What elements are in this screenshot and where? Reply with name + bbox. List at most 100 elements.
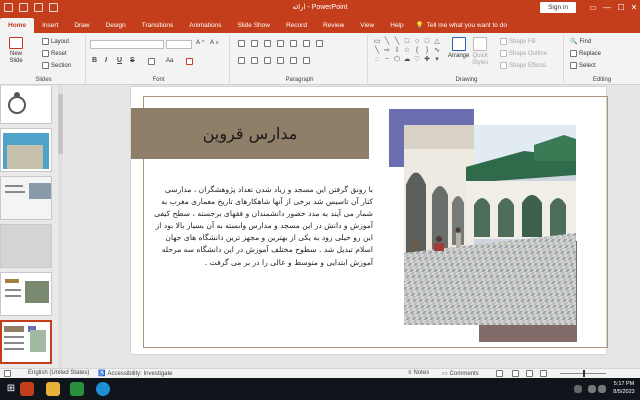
brace2-shape-icon[interactable]: }: [422, 46, 432, 55]
italic-button[interactable]: I: [105, 57, 107, 64]
slide-thumbnail[interactable]: [0, 86, 52, 124]
numbering-icon[interactable]: [251, 40, 258, 47]
align-text-icon[interactable]: [316, 40, 323, 47]
quick-styles-button[interactable]: Quick Styles: [472, 37, 488, 67]
reset-button[interactable]: Reset: [42, 50, 67, 57]
rect-shape-icon[interactable]: □: [402, 37, 412, 46]
tab-view[interactable]: View: [352, 18, 382, 33]
tab-transitions[interactable]: Transitions: [134, 18, 182, 33]
tab-help[interactable]: Help: [382, 18, 411, 33]
cloud-shape-icon[interactable]: ☁: [402, 55, 412, 64]
justify-icon[interactable]: [277, 57, 284, 64]
shape-effects-button[interactable]: Shape Effects: [500, 62, 546, 69]
zoom-slider-thumb[interactable]: [583, 370, 585, 377]
arrange-button[interactable]: Arrange: [448, 37, 469, 59]
hex-shape-icon[interactable]: ⬡: [392, 55, 402, 64]
tab-draw[interactable]: Draw: [66, 18, 97, 33]
normal-view-button[interactable]: [496, 370, 503, 377]
close-button[interactable]: ✕: [627, 1, 640, 14]
slideshow-view-button[interactable]: [540, 370, 547, 377]
font-size-box[interactable]: [166, 40, 192, 49]
oval-shape-icon[interactable]: ○: [412, 37, 422, 46]
reading-view-button[interactable]: [526, 370, 533, 377]
rect2-shape-icon[interactable]: □: [422, 37, 432, 46]
align-right-icon[interactable]: [264, 57, 271, 64]
taskbar-clock[interactable]: 5:17 PM 8/5/2023: [609, 380, 639, 396]
minimize-button[interactable]: —: [600, 1, 614, 14]
edge-browser-icon[interactable]: [96, 382, 110, 396]
heart-shape-icon[interactable]: ♡: [412, 55, 422, 64]
line2-shape-icon[interactable]: ╲: [392, 37, 402, 46]
slide-thumbnail[interactable]: [0, 176, 52, 220]
tab-home[interactable]: Home: [0, 18, 35, 33]
tell-me-search[interactable]: 💡 Tell me what you want to do: [416, 18, 507, 33]
slide-thumbnail[interactable]: [0, 224, 52, 268]
select-button[interactable]: Select: [570, 62, 596, 69]
tab-slide-show[interactable]: Slide Show: [229, 18, 278, 33]
star-shape-icon[interactable]: ☆: [402, 46, 412, 55]
shape-outline-button[interactable]: Shape Outline: [500, 50, 547, 57]
brace-shape-icon[interactable]: {: [412, 46, 422, 55]
font-color-icon[interactable]: [186, 58, 193, 65]
increase-indent-icon[interactable]: [277, 40, 284, 47]
bullets-icon[interactable]: [238, 40, 245, 47]
comments-button[interactable]: ▭ Comments: [442, 370, 479, 378]
replace-button[interactable]: Replace: [570, 50, 601, 57]
scrollbar-thumb[interactable]: [58, 94, 63, 154]
slide-sorter-button[interactable]: [512, 370, 519, 377]
language-status[interactable]: English (United States): [28, 370, 89, 376]
arrow-shape-icon[interactable]: ⇨: [382, 46, 392, 55]
shrink-font-icon[interactable]: Av: [210, 40, 219, 46]
thumbnail-scrollbar[interactable]: [58, 86, 63, 368]
tab-review[interactable]: Review: [315, 18, 352, 33]
line3-shape-icon[interactable]: ╲: [372, 46, 382, 55]
notes-button[interactable]: ≡ Notes: [408, 370, 429, 376]
accessibility-status[interactable]: ♿ Accessibility: Investigate: [98, 370, 173, 378]
decrease-indent-icon[interactable]: [264, 40, 271, 47]
line-shape-icon[interactable]: ╲: [382, 37, 392, 46]
align-center-icon[interactable]: [251, 57, 258, 64]
new-slide-button[interactable]: New Slide: [6, 37, 26, 69]
strikethrough-button[interactable]: S: [130, 57, 135, 64]
curve-shape-icon[interactable]: ∿: [432, 46, 442, 55]
section-button[interactable]: Section: [42, 62, 71, 69]
start-icon[interactable]: ⊞: [4, 382, 18, 396]
find-button[interactable]: 🔍 Find: [570, 38, 591, 46]
slide-thumbnail-selected[interactable]: [0, 320, 52, 364]
tab-design[interactable]: Design: [98, 18, 134, 33]
cross-shape-icon[interactable]: ✚: [422, 55, 432, 64]
triangle-shape-icon[interactable]: △: [432, 37, 442, 46]
char-spacing-icon[interactable]: [148, 58, 155, 65]
line-spacing-icon[interactable]: [290, 40, 297, 47]
slide-title[interactable]: مدارس قروین: [131, 108, 369, 159]
align-left-icon[interactable]: [238, 57, 245, 64]
app-taskbar-icon[interactable]: [70, 382, 84, 396]
ribbon-display-icon[interactable]: ▭: [586, 1, 600, 14]
change-case-icon[interactable]: Aa: [166, 58, 173, 64]
tab-animations[interactable]: Animations: [181, 18, 229, 33]
callout-shape-icon[interactable]: ◌: [372, 55, 382, 64]
slide-thumbnail[interactable]: [0, 272, 52, 316]
slide-photo[interactable]: [404, 125, 576, 325]
file-explorer-icon[interactable]: [46, 382, 60, 396]
maximize-button[interactable]: ☐: [614, 1, 628, 14]
slide-thumbnail[interactable]: [0, 128, 52, 172]
tab-record[interactable]: Record: [278, 18, 315, 33]
more-shapes-icon[interactable]: ▾: [432, 55, 442, 64]
smartart-icon[interactable]: [303, 57, 310, 64]
textbox-shape-icon[interactable]: ▭: [372, 37, 382, 46]
layout-button[interactable]: Layout: [42, 38, 69, 45]
powerpoint-taskbar-icon[interactable]: [20, 382, 34, 396]
shapes-gallery[interactable]: ▭ ╲ ╲ □ ○ □ △ ╲ ⇨ ⇩ ☆ { } ∿ ◌ ~ ⬡ ☁ ♡ ✚ …: [372, 37, 442, 67]
arrow2-shape-icon[interactable]: ⇩: [392, 46, 402, 55]
network-icon[interactable]: [588, 385, 596, 393]
shape-fill-button[interactable]: Shape Fill: [500, 38, 536, 45]
volume-icon[interactable]: [598, 385, 606, 393]
tab-insert[interactable]: Insert: [34, 18, 66, 33]
slide-body-text[interactable]: با رونق گرفتن این مسجد و زیاد شدن تعداد …: [153, 184, 373, 329]
grow-font-icon[interactable]: A ^: [196, 40, 204, 46]
underline-button[interactable]: U: [117, 57, 122, 64]
sign-in-button[interactable]: Sign in: [540, 2, 576, 13]
font-name-box[interactable]: [90, 40, 164, 49]
columns-icon[interactable]: [290, 57, 297, 64]
